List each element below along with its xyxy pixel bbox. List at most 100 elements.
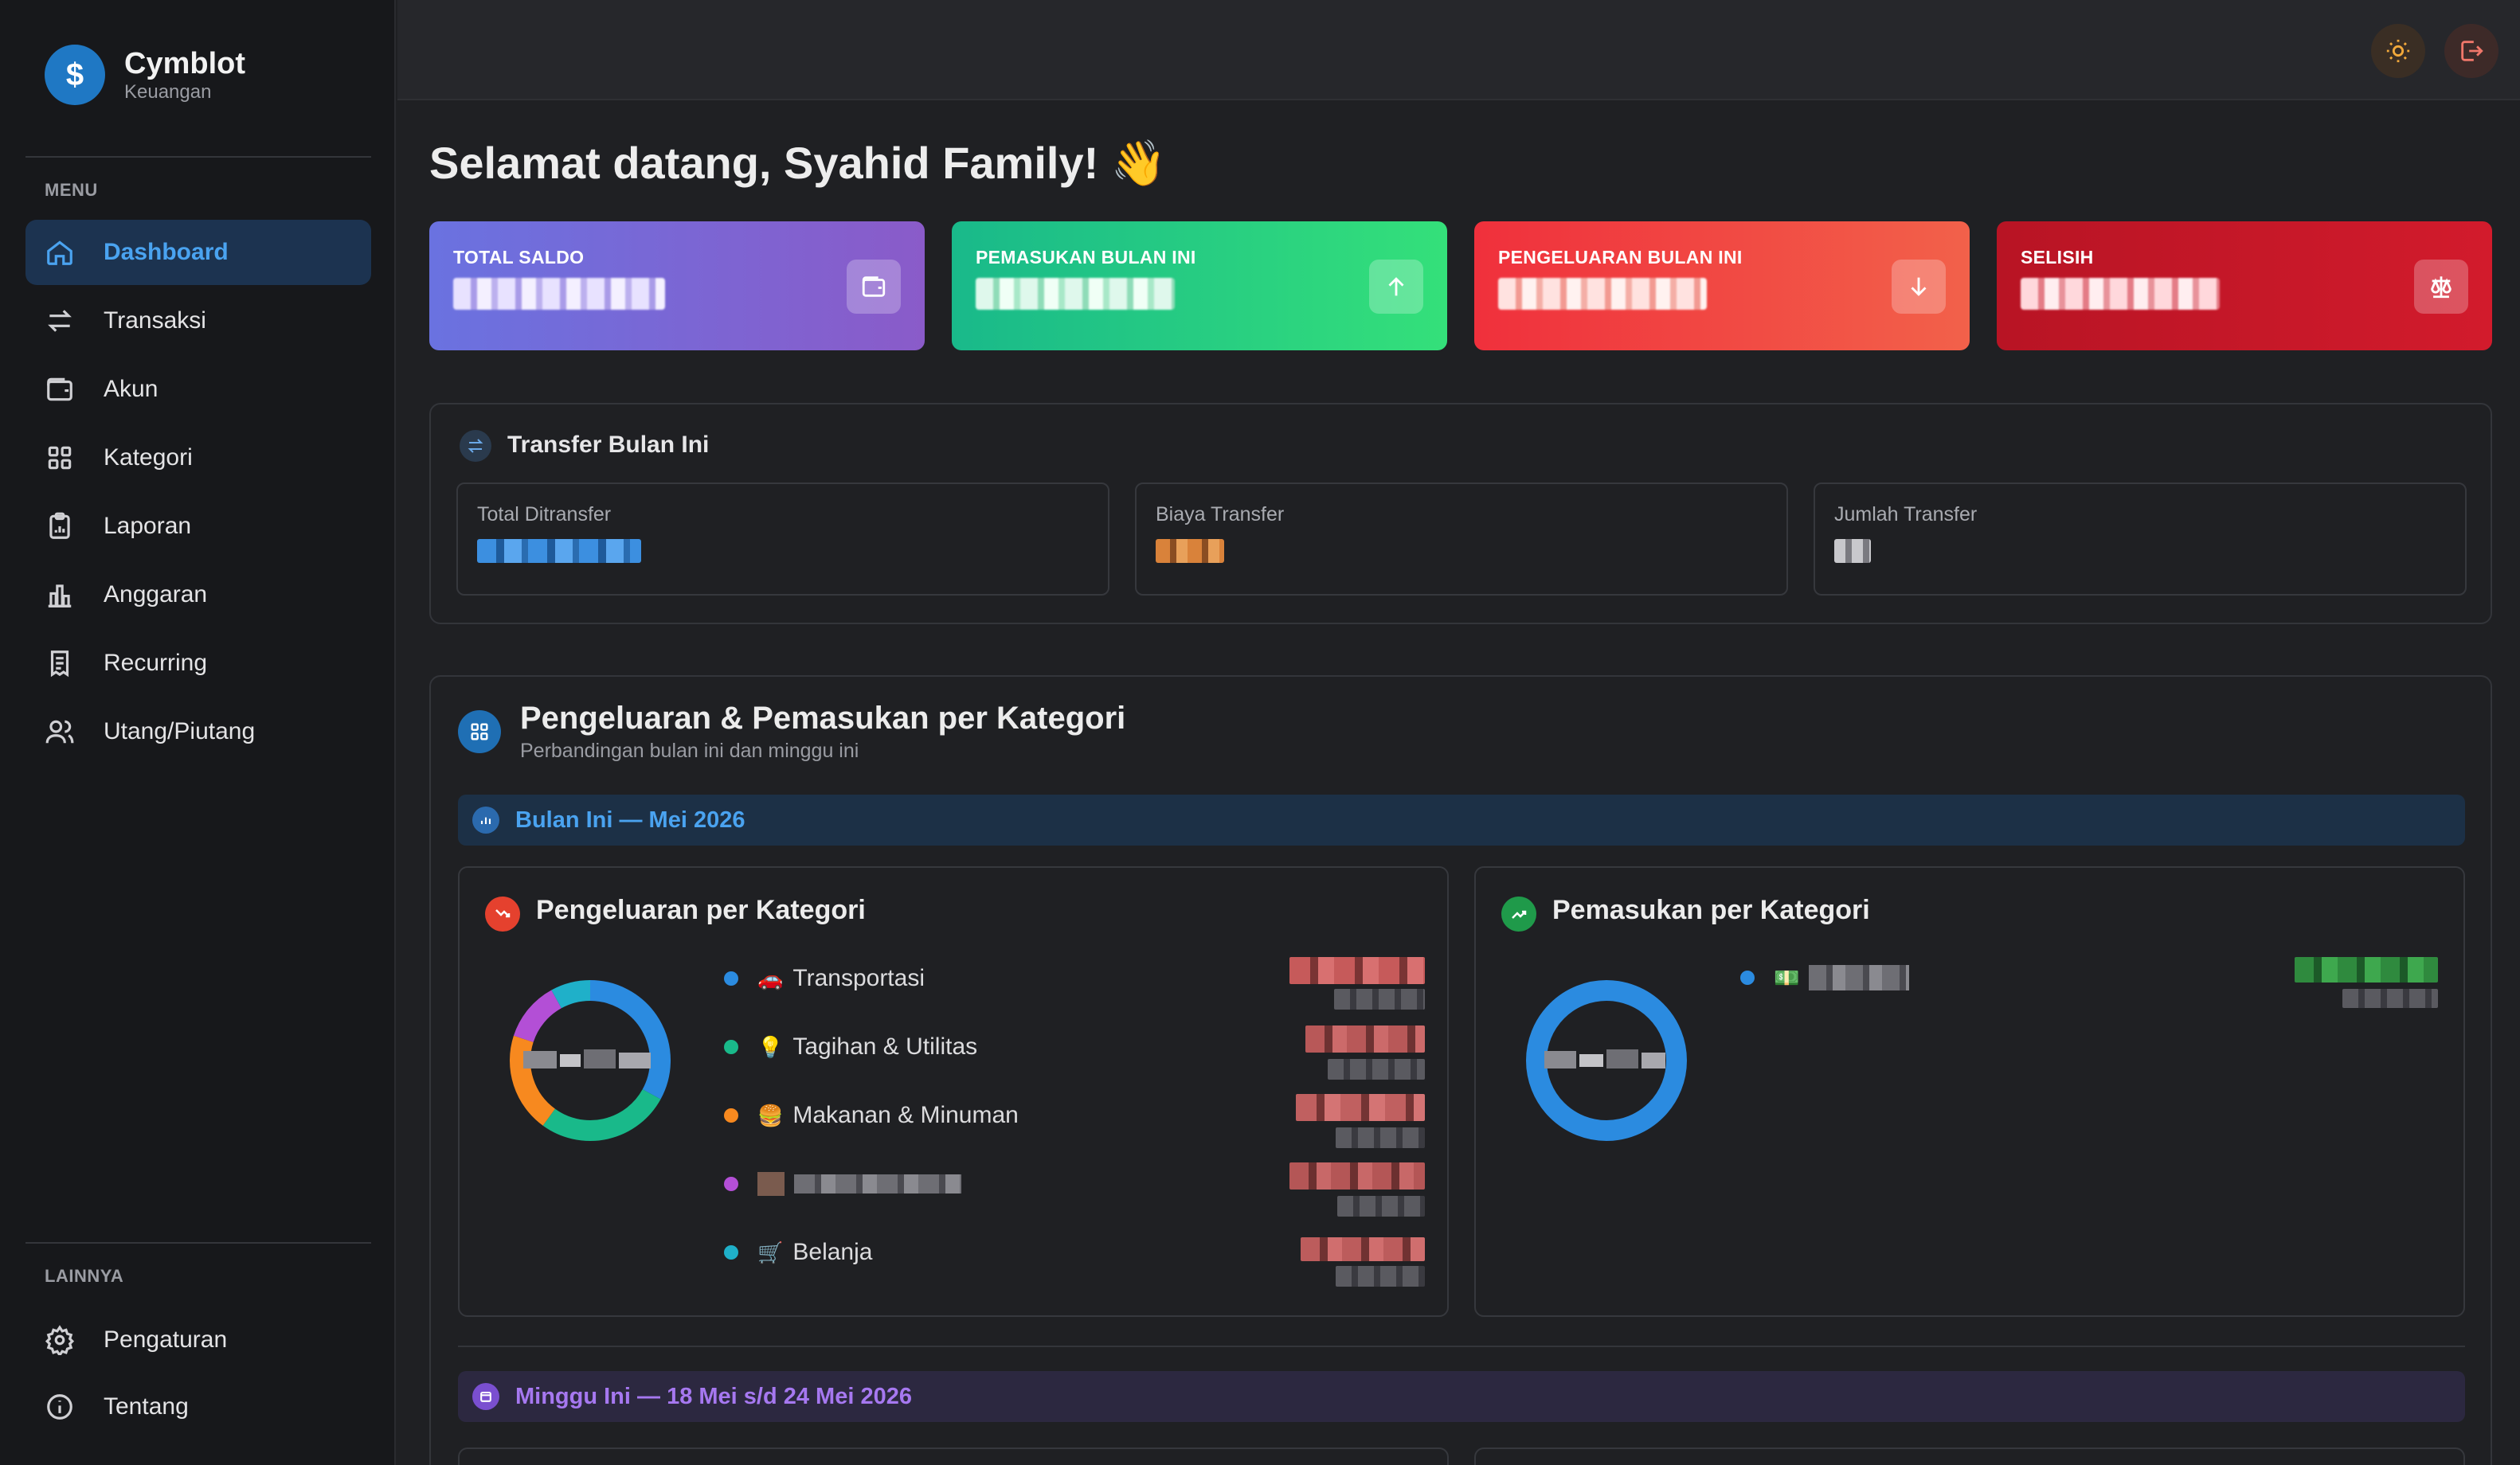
trend-down-icon (485, 897, 520, 932)
cart-icon: 🛒 (757, 1240, 784, 1264)
legend-dot (724, 1108, 738, 1123)
card-title: PEMASUKAN BULAN INI (976, 247, 1196, 268)
sidebar-item-kategori[interactable]: Kategori (25, 425, 371, 490)
sun-icon (2386, 39, 2410, 63)
stat-biaya-transfer: Biaya Transfer (1135, 482, 1788, 596)
receipt-icon (50, 650, 69, 678)
donut-center-redacted (560, 1054, 581, 1067)
card-value-redacted (453, 278, 665, 310)
expense-category-panel: Pengeluaran per Kategori 🚗 Transportasi … (458, 866, 1449, 1317)
month-period-bar: Bulan Ini — Mei 2026 (458, 795, 2465, 846)
arrows-swap-icon (48, 310, 72, 332)
category-header: Pengeluaran & Pemasukan per Kategori Per… (520, 701, 1125, 763)
logout-button[interactable] (2444, 24, 2498, 78)
sidebar: $ Cymblot Keuangan MENU Dashboard Transa… (0, 0, 396, 1465)
sidebar-item-dashboard[interactable]: Dashboard (25, 220, 371, 285)
calendar-icon (472, 1383, 499, 1410)
transfer-title: Transfer Bulan Ini (507, 432, 710, 458)
card-pengeluaran[interactable]: PENGELUARAN BULAN INI (1474, 221, 1970, 350)
sidebar-item-akun[interactable]: Akun (25, 357, 371, 422)
donut-center-redacted (1544, 1051, 1576, 1068)
donut-center-redacted (1642, 1053, 1665, 1068)
income-donut-chart (1526, 980, 1687, 1141)
sidebar-item-utang-piutang[interactable]: Utang/Piutang (25, 699, 371, 764)
transfer-panel: Transfer Bulan Ini Total Ditransfer Biay… (429, 403, 2492, 624)
sidebar-item-recurring[interactable]: Recurring (25, 631, 371, 696)
arrow-down-icon (1911, 277, 1927, 296)
stat-label: Biaya Transfer (1156, 503, 1285, 525)
category-subtitle: Perbandingan bulan ini dan minggu ini (520, 740, 859, 762)
donut-center-redacted (523, 1051, 557, 1068)
card-value-redacted (1498, 278, 1707, 310)
legend-label: Transportasi (792, 965, 925, 991)
stat-label: Jumlah Transfer (1834, 503, 1978, 525)
card-icon-box (2414, 260, 2468, 314)
users-icon (45, 720, 74, 744)
legend-label-redacted (794, 1174, 961, 1193)
category-emoji-redacted (757, 1172, 785, 1196)
welcome-heading: Selamat datang, Syahid Family! 👋 (429, 138, 1167, 188)
wallet-icon (47, 377, 72, 401)
card-total-saldo[interactable]: TOTAL SALDO (429, 221, 925, 350)
stat-total-ditransfer: Total Ditransfer (456, 482, 1109, 596)
home-icon (47, 240, 72, 265)
stat-value-redacted (477, 539, 641, 563)
legend-dot (724, 1040, 738, 1054)
stat-value-redacted (1834, 539, 1871, 563)
category-title: Pengeluaran & Pemasukan per Kategori (520, 701, 1126, 736)
scale-icon (2431, 276, 2452, 299)
sidebar-item-label: Utang/Piutang (104, 718, 256, 744)
logo-dollar-icon: $ (45, 45, 105, 105)
wallet-icon (862, 276, 886, 297)
legend-label: Belanja (792, 1239, 873, 1265)
card-selisih[interactable]: SELISIH (1997, 221, 2492, 350)
legend-item-tagihan: 💡 Tagihan & Utilitas (724, 1033, 977, 1061)
sidebar-item-transaksi[interactable]: Transaksi (25, 288, 371, 354)
chart-icon (472, 807, 499, 834)
sidebar-divider (25, 156, 371, 158)
income-legend-item: 💵 (1740, 965, 1910, 990)
income-chart-title: Pemasukan per Kategori (1552, 895, 1870, 925)
legend-dot (724, 971, 738, 986)
sidebar-item-anggaran[interactable]: Anggaran (25, 562, 371, 627)
legend-dot (724, 1245, 738, 1260)
sidebar-item-laporan[interactable]: Laporan (25, 494, 371, 559)
donut-center-redacted (1579, 1054, 1603, 1067)
info-icon (47, 1394, 72, 1420)
legend-item-makanan: 🍔 Makanan & Minuman (724, 1102, 1019, 1129)
expense-chart-title: Pengeluaran per Kategori (536, 895, 866, 925)
legend-label: Tagihan & Utilitas (792, 1033, 978, 1060)
car-icon: 🚗 (757, 966, 784, 990)
arrow-up-icon (1388, 277, 1404, 296)
stat-value-redacted (1156, 539, 1224, 563)
card-icon-box (847, 260, 901, 314)
sidebar-item-label: Transaksi (104, 307, 206, 334)
sidebar-item-pengaturan[interactable]: Pengaturan (25, 1307, 371, 1373)
other-section-label: LAINNYA (45, 1266, 124, 1286)
income-category-panel: Pemasukan per Kategori 💵 (1474, 866, 2465, 1317)
week-income-panel (1474, 1447, 2465, 1465)
sidebar-item-label: Tentang (104, 1393, 189, 1420)
arrows-swap-icon (468, 439, 483, 453)
brand[interactable]: $ Cymblot Keuangan (45, 45, 245, 105)
donut-center-redacted (619, 1053, 651, 1068)
burger-icon: 🍔 (757, 1103, 784, 1127)
legend-item-belanja: 🛒 Belanja (724, 1239, 872, 1266)
card-pemasukan[interactable]: PEMASUKAN BULAN INI (952, 221, 1447, 350)
sidebar-item-label: Akun (104, 376, 158, 402)
grid-icon (471, 723, 488, 740)
card-value-redacted (2021, 278, 2220, 310)
card-value-redacted (976, 278, 1175, 310)
donut-slice-tagihan-utilitas (542, 1088, 661, 1141)
category-panel: Pengeluaran & Pemasukan per Kategori Per… (429, 675, 2492, 1465)
theme-toggle-button[interactable] (2371, 24, 2425, 78)
app-root: $ Cymblot Keuangan MENU Dashboard Transa… (0, 0, 2520, 1465)
card-title: PENGELUARAN BULAN INI (1498, 247, 1743, 268)
trend-up-icon (1501, 897, 1536, 932)
transfer-icon-badge (460, 430, 491, 462)
sidebar-item-tentang[interactable]: Tentang (25, 1374, 371, 1440)
donut-center-redacted (1606, 1049, 1638, 1068)
card-title: SELISIH (2021, 247, 2094, 268)
legend-label-redacted (1809, 965, 1910, 990)
legend-label: Makanan & Minuman (792, 1102, 1019, 1128)
